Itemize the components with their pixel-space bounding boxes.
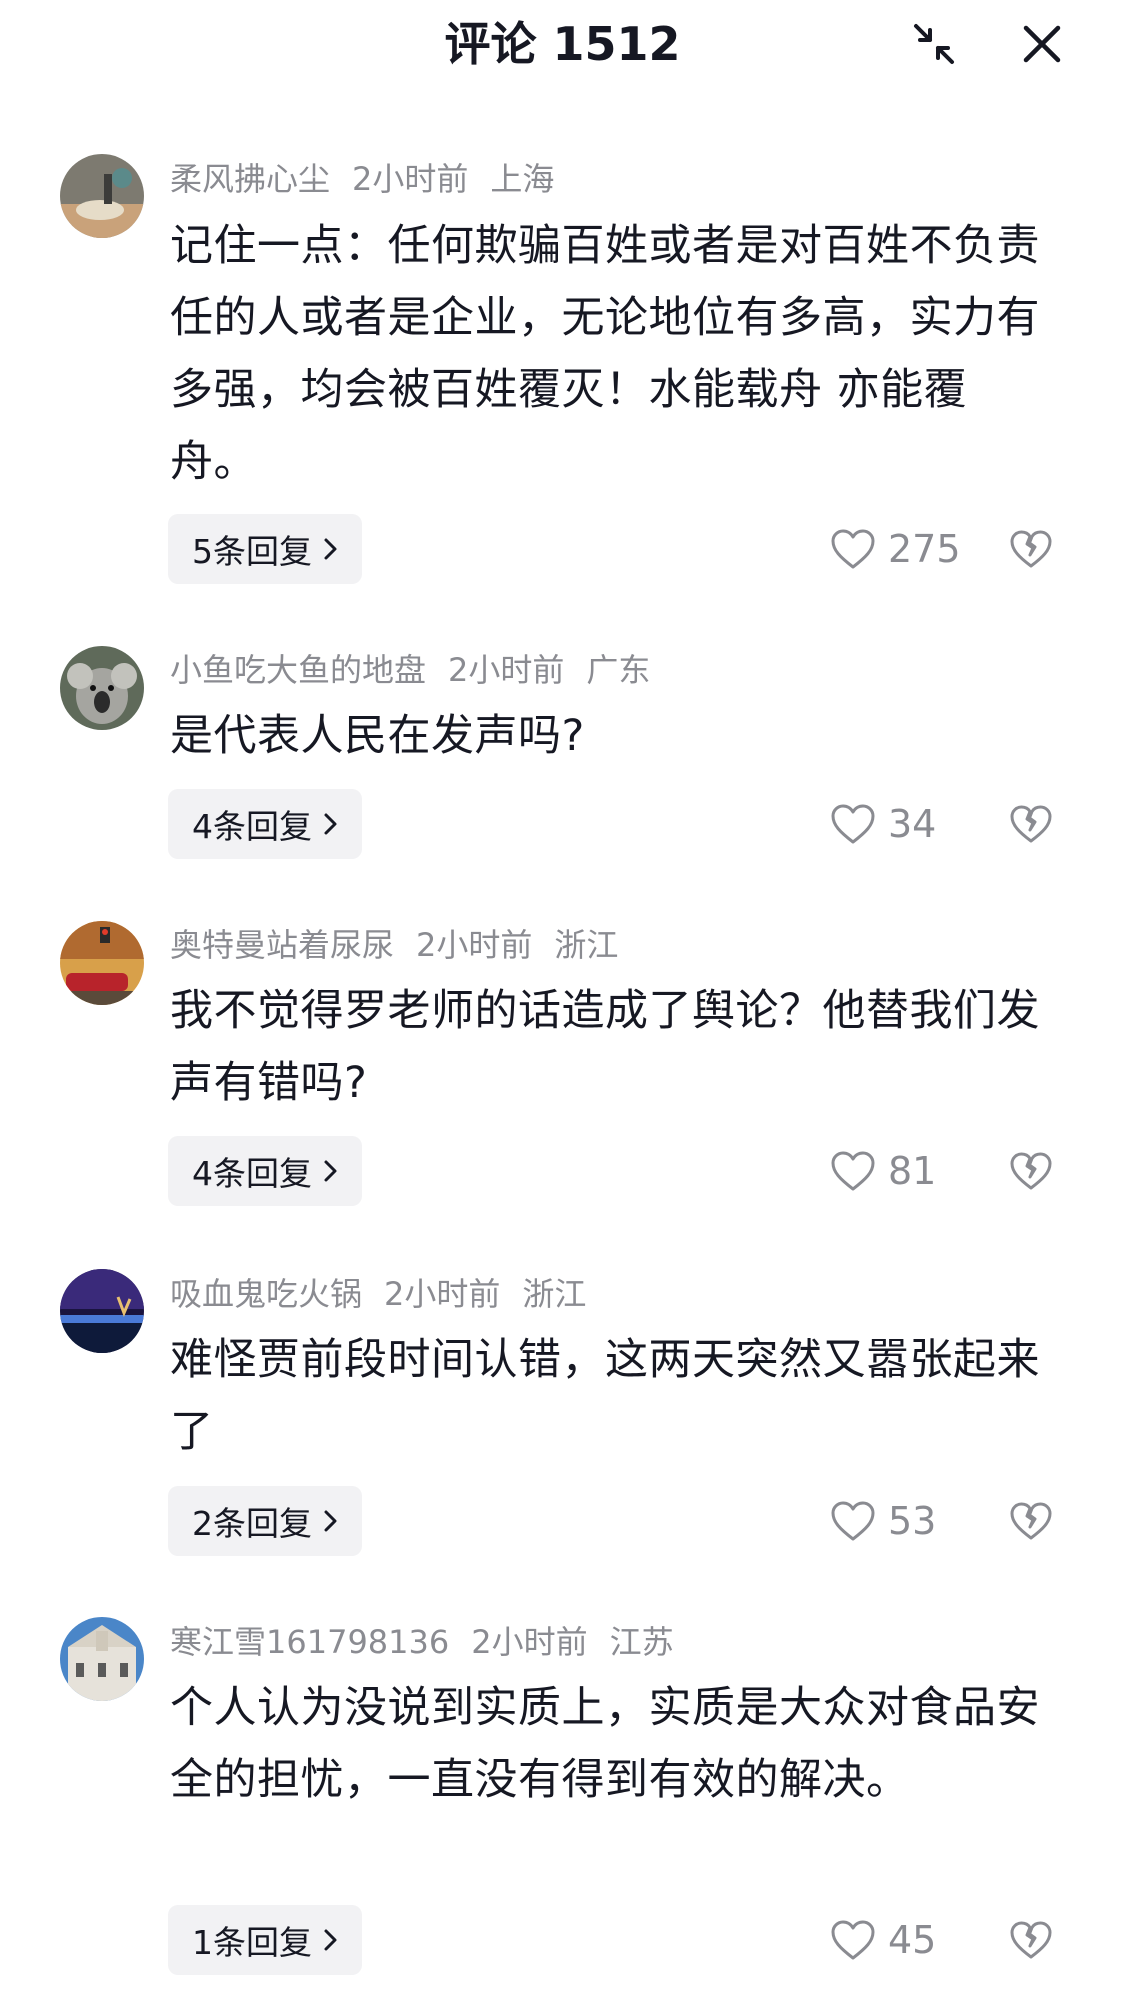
view-replies-button[interactable]: 1条回复 bbox=[168, 1905, 362, 1975]
broken-heart-icon bbox=[1010, 1921, 1052, 1959]
like-count: 53 bbox=[888, 1499, 937, 1543]
timestamp: 2小时前 bbox=[471, 1623, 588, 1661]
heart-icon bbox=[830, 803, 876, 845]
comment-meta: 吸血鬼吃火锅 2小时前 浙江 bbox=[170, 1272, 608, 1316]
comments-header: 评论 1512 bbox=[0, 0, 1125, 90]
comment-text[interactable]: 记住一点：任何欺骗百姓或者是对百姓不负责任的人或者是企业，无论地位有多高，实力有… bbox=[170, 210, 1040, 498]
like-button[interactable]: 53 bbox=[830, 1486, 936, 1556]
location: 上海 bbox=[490, 160, 555, 198]
broken-heart-icon bbox=[1010, 530, 1052, 568]
comment-text[interactable]: 我不觉得罗老师的话造成了舆论？他替我们发声有错吗? bbox=[170, 975, 1040, 1119]
username[interactable]: 寒江雪161798136 bbox=[170, 1623, 449, 1661]
broken-heart-icon bbox=[1010, 805, 1052, 843]
like-button[interactable]: 45 bbox=[830, 1905, 936, 1975]
like-count: 275 bbox=[888, 527, 961, 571]
replies-label: 2条回复 bbox=[192, 1504, 312, 1543]
location: 浙江 bbox=[554, 926, 619, 964]
broken-heart-icon bbox=[1010, 1152, 1052, 1190]
dislike-button[interactable] bbox=[1005, 1905, 1057, 1975]
heart-icon bbox=[830, 1500, 876, 1542]
comment-text[interactable]: 是代表人民在发声吗? bbox=[170, 700, 1040, 772]
dislike-button[interactable] bbox=[1005, 789, 1057, 859]
comment-meta: 寒江雪161798136 2小时前 江苏 bbox=[170, 1620, 696, 1664]
like-button[interactable]: 275 bbox=[830, 514, 961, 584]
dislike-button[interactable] bbox=[1005, 1136, 1057, 1206]
shrink-arrows-icon bbox=[914, 24, 954, 64]
timestamp: 2小时前 bbox=[416, 926, 533, 964]
timestamp: 2小时前 bbox=[448, 651, 565, 689]
avatar[interactable] bbox=[60, 921, 144, 1005]
replies-label: 5条回复 bbox=[192, 532, 312, 571]
chevron-right-icon bbox=[322, 810, 340, 838]
avatar[interactable] bbox=[60, 1617, 144, 1701]
username[interactable]: 吸血鬼吃火锅 bbox=[170, 1275, 362, 1313]
chevron-right-icon bbox=[322, 1926, 340, 1954]
chevron-right-icon bbox=[322, 1507, 340, 1535]
close-icon bbox=[1023, 25, 1061, 63]
comment-meta: 柔风拂心尘 2小时前 上海 bbox=[170, 157, 576, 201]
replies-label: 4条回复 bbox=[192, 1154, 312, 1193]
timestamp: 2小时前 bbox=[352, 160, 469, 198]
view-replies-button[interactable]: 4条回复 bbox=[168, 1136, 362, 1206]
close-button[interactable] bbox=[1012, 14, 1072, 74]
location: 江苏 bbox=[609, 1623, 674, 1661]
like-count: 34 bbox=[888, 802, 937, 846]
heart-icon bbox=[830, 528, 876, 570]
replies-label: 1条回复 bbox=[192, 1923, 312, 1962]
username[interactable]: 柔风拂心尘 bbox=[170, 160, 330, 198]
like-count: 81 bbox=[888, 1149, 937, 1193]
view-replies-button[interactable]: 4条回复 bbox=[168, 789, 362, 859]
comment-meta: 小鱼吃大鱼的地盘 2小时前 广东 bbox=[170, 648, 672, 692]
heart-icon bbox=[830, 1150, 876, 1192]
like-button[interactable]: 34 bbox=[830, 789, 936, 859]
like-count: 45 bbox=[888, 1918, 937, 1962]
view-replies-button[interactable]: 2条回复 bbox=[168, 1486, 362, 1556]
avatar[interactable] bbox=[60, 154, 144, 238]
broken-heart-icon bbox=[1010, 1502, 1052, 1540]
avatar[interactable] bbox=[60, 1269, 144, 1353]
username[interactable]: 小鱼吃大鱼的地盘 bbox=[170, 651, 426, 689]
shrink-button[interactable] bbox=[904, 14, 964, 74]
chevron-right-icon bbox=[322, 1157, 340, 1185]
dislike-button[interactable] bbox=[1005, 514, 1057, 584]
view-replies-button[interactable]: 5条回复 bbox=[168, 514, 362, 584]
chevron-right-icon bbox=[322, 535, 340, 563]
heart-icon bbox=[830, 1919, 876, 1961]
like-button[interactable]: 81 bbox=[830, 1136, 936, 1206]
location: 浙江 bbox=[522, 1275, 587, 1313]
dislike-button[interactable] bbox=[1005, 1486, 1057, 1556]
username[interactable]: 奥特曼站着尿尿 bbox=[170, 926, 394, 964]
comment-text[interactable]: 个人认为没说到实质上，实质是大众对食品安全的担忧，一直没有得到有效的解决。 bbox=[170, 1672, 1040, 1816]
comment-meta: 奥特曼站着尿尿 2小时前 浙江 bbox=[170, 923, 640, 967]
timestamp: 2小时前 bbox=[384, 1275, 501, 1313]
location: 广东 bbox=[586, 651, 651, 689]
comment-text[interactable]: 难怪贾前段时间认错，这两天突然又嚣张起来了 bbox=[170, 1324, 1040, 1468]
avatar[interactable] bbox=[60, 646, 144, 730]
replies-label: 4条回复 bbox=[192, 807, 312, 846]
